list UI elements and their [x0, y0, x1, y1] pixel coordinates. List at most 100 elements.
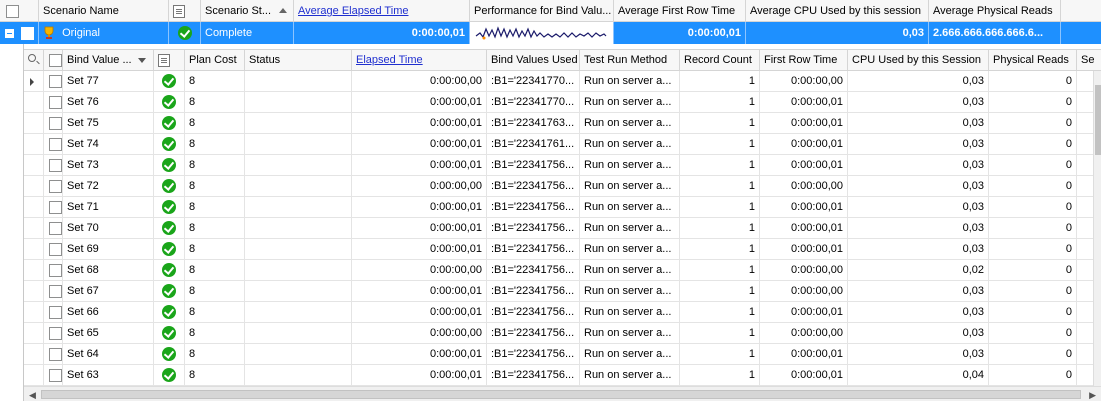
row-checkbox[interactable] — [49, 263, 62, 277]
row-checkbox[interactable] — [49, 116, 62, 130]
row-checkbox-cell — [44, 260, 63, 280]
table-row[interactable]: Set 64 8 0:00:00,01:B1='22341756... Run on … — [24, 344, 1094, 365]
horizontal-scroll-thumb[interactable] — [41, 390, 1081, 399]
column-header-average-elapsed-time[interactable]: Average Elapsed Time — [294, 0, 470, 22]
bind-value-set-cell: Set 72 — [63, 176, 154, 196]
row-indicator-cell — [24, 218, 44, 238]
table-row[interactable]: Set 73 8 0:00:00,01:B1='22341756... Run on … — [24, 155, 1094, 176]
column-header-average-cpu[interactable]: Average CPU Used by this session — [746, 0, 929, 22]
row-checkbox[interactable] — [49, 347, 62, 361]
physical-reads-cell: 0 — [989, 323, 1077, 343]
table-row[interactable]: Set 67 8 0:00:00,01:B1='22341756... Run on … — [24, 281, 1094, 302]
table-row[interactable]: Set 63 8 0:00:00,01:B1='22341756... Run on … — [24, 365, 1094, 386]
column-header-average-first-row-time[interactable]: Average First Row Time — [614, 0, 746, 22]
physical-reads-cell: 0 — [989, 260, 1077, 280]
physical-reads-cell: 0 — [989, 302, 1077, 322]
column-header-elapsed-time[interactable]: Elapsed Time — [352, 50, 487, 70]
check-circle-icon — [162, 221, 176, 236]
cpu-used-cell: 0,03 — [848, 344, 989, 364]
column-header-scenario-status[interactable]: Scenario St... — [201, 0, 294, 22]
record-count-cell: 1 — [680, 197, 760, 217]
row-checkbox[interactable] — [49, 368, 62, 382]
status-icon-cell — [154, 344, 185, 364]
row-controls — [0, 22, 39, 44]
row-checkbox-cell — [44, 281, 63, 301]
row-checkbox[interactable] — [49, 305, 62, 319]
first-row-time-cell: 0:00:00,01 — [760, 113, 848, 133]
vertical-scroll-thumb[interactable] — [1095, 85, 1101, 155]
select-all-checkbox[interactable] — [6, 4, 19, 18]
scroll-right-icon[interactable]: ▶ — [1089, 390, 1096, 401]
detail-select-all-checkbox[interactable] — [49, 53, 62, 67]
bind-values-used-cell: :B1='22341756... — [487, 155, 580, 175]
status-icon-cell — [154, 260, 185, 280]
column-header-notes[interactable] — [154, 50, 185, 70]
horizontal-scrollbar[interactable]: ◀ ▶ — [24, 386, 1101, 401]
record-count-cell: 1 — [680, 323, 760, 343]
column-header-more[interactable]: Se — [1077, 50, 1101, 70]
first-row-time-cell: 0:00:00,00 — [760, 260, 848, 280]
row-checkbox-cell — [44, 239, 63, 259]
filter-dropdown-icon[interactable] — [138, 58, 146, 63]
row-checkbox[interactable] — [49, 137, 62, 151]
row-checkbox[interactable] — [49, 326, 62, 340]
table-row[interactable]: Set 72 8 0:00:00,00:B1='22341756... Run on … — [24, 176, 1094, 197]
test-run-method-cell: Run on server a... — [580, 71, 680, 91]
row-checkbox[interactable] — [49, 95, 62, 109]
bind-value-set-cell: Set 66 — [63, 302, 154, 322]
column-header-test-run-method[interactable]: Test Run Method — [580, 50, 680, 70]
column-header-plan-cost[interactable]: Plan Cost — [185, 50, 245, 70]
table-row[interactable]: Set 69 8 0:00:00,01:B1='22341756... Run on … — [24, 239, 1094, 260]
row-indicator-cell — [24, 155, 44, 175]
row-checkbox[interactable] — [49, 284, 62, 298]
row-indicator-cell — [24, 71, 44, 91]
column-header-first-row-time[interactable]: First Row Time — [760, 50, 848, 70]
select-all-header[interactable] — [0, 0, 39, 22]
table-row[interactable]: Set 75 8 0:00:00,01:B1='22341763... Run on … — [24, 113, 1094, 134]
column-header-bind-value-set[interactable]: Bind Value ... — [63, 50, 154, 70]
table-row[interactable]: Set 74 8 0:00:00,01:B1='22341761... Run on … — [24, 134, 1094, 155]
column-header-record-count[interactable]: Record Count — [680, 50, 760, 70]
column-header-status[interactable]: Status — [245, 50, 352, 70]
table-row[interactable]: Set 70 8 0:00:00,01:B1='22341756... Run on … — [24, 218, 1094, 239]
row-indicator-cell — [24, 323, 44, 343]
row-checkbox[interactable] — [49, 179, 62, 193]
table-row[interactable]: Set 71 8 0:00:00,01:B1='22341756... Run on … — [24, 197, 1094, 218]
row-checkbox[interactable] — [21, 26, 35, 40]
row-checkbox[interactable] — [49, 158, 62, 172]
first-row-time-cell: 0:00:00,01 — [760, 218, 848, 238]
collapse-icon[interactable] — [5, 28, 14, 38]
scenario-row-original[interactable]: Original Complete 0:00:00,01 0:00:00,01 … — [0, 22, 1101, 44]
record-count-cell: 1 — [680, 134, 760, 154]
row-checkbox[interactable] — [49, 242, 62, 256]
plan-cost-cell: 8 — [185, 197, 245, 217]
test-run-method-cell: Run on server a... — [580, 281, 680, 301]
cpu-used-cell: 0,02 — [848, 260, 989, 280]
average-first-row-cell: 0:00:00,01 — [614, 22, 746, 44]
find-button[interactable] — [24, 50, 44, 70]
row-checkbox[interactable] — [49, 221, 62, 235]
column-header-physical-reads[interactable]: Physical Reads — [989, 50, 1077, 70]
check-circle-icon — [162, 95, 176, 110]
bind-values-used-cell: :B1='22341756... — [487, 344, 580, 364]
table-row[interactable]: Set 66 8 0:00:00,01:B1='22341756... Run on … — [24, 302, 1094, 323]
table-row[interactable]: Set 68 8 0:00:00,00:B1='22341756... Run on … — [24, 260, 1094, 281]
detail-select-all-header[interactable] — [44, 50, 63, 70]
column-header-bind-values-used[interactable]: Bind Values Used — [487, 50, 580, 70]
column-header-cpu-used[interactable]: CPU Used by this Session — [848, 50, 989, 70]
vertical-scrollbar[interactable] — [1093, 71, 1101, 387]
row-checkbox[interactable] — [49, 74, 62, 88]
column-header-scenario-name[interactable]: Scenario Name — [39, 0, 169, 22]
column-header-average-physical-reads[interactable]: Average Physical Reads — [929, 0, 1061, 22]
record-count-cell: 1 — [680, 260, 760, 280]
more-cell — [1077, 281, 1094, 301]
scroll-left-icon[interactable]: ◀ — [29, 390, 36, 401]
column-header-notes[interactable] — [169, 0, 201, 22]
table-row[interactable]: Set 65 8 0:00:00,00:B1='22341756... Run on … — [24, 323, 1094, 344]
row-checkbox[interactable] — [49, 200, 62, 214]
column-header-performance-bind-values[interactable]: Performance for Bind Valu... — [470, 0, 614, 22]
table-row[interactable]: Set 77 8 0:00:00,00:B1='22341770... Run on … — [24, 71, 1094, 92]
check-circle-icon — [162, 305, 176, 320]
table-row[interactable]: Set 76 8 0:00:00,01:B1='22341770... Run on … — [24, 92, 1094, 113]
status-icon-cell — [154, 134, 185, 154]
